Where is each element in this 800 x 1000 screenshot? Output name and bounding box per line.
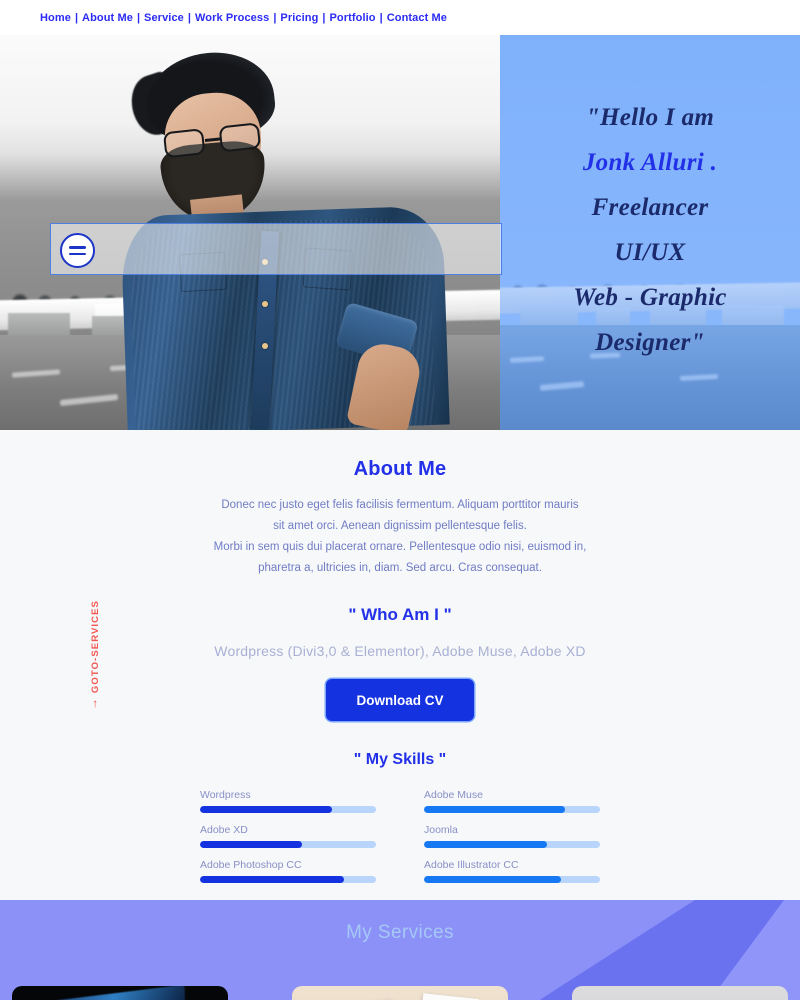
skill-label: Adobe Photoshop CC xyxy=(200,859,302,871)
skill-progress-track xyxy=(200,806,376,813)
skill-progress-track xyxy=(200,876,376,883)
skill-label: Adobe Illustrator CC xyxy=(424,859,519,871)
nav-separator: | xyxy=(379,11,383,24)
hero-line-6: Designer" xyxy=(595,329,705,356)
skill-progress-fill xyxy=(424,806,565,813)
nav-item-pricing[interactable]: Pricing xyxy=(280,12,318,24)
about-title: About Me xyxy=(353,458,447,480)
skill-progress-fill xyxy=(424,876,562,883)
skill-progress-track xyxy=(424,806,600,813)
nav-separator: | xyxy=(322,11,326,24)
skill-label: Joomla xyxy=(424,824,458,836)
nav-item-service[interactable]: Service xyxy=(144,12,184,24)
goto-services-link[interactable]: GOTO-SERVICES ↓ xyxy=(82,600,108,720)
about-description: Donec nec justo eget felis facilisis fer… xyxy=(0,495,800,579)
skill-progress-fill xyxy=(200,876,345,883)
about-section: About Me Donec nec justo eget felis faci… xyxy=(0,430,800,900)
nav-separator: | xyxy=(187,11,191,24)
nav-separator: | xyxy=(273,11,277,24)
nav-item-about-me[interactable]: About Me xyxy=(82,12,133,24)
service-card-photography[interactable] xyxy=(292,986,508,1000)
skill-progress-track xyxy=(200,841,376,848)
shirt-button-decor xyxy=(262,343,268,349)
lens-bridge-decor xyxy=(204,137,222,142)
lens-right-decor xyxy=(218,122,262,153)
skill-progress-fill xyxy=(424,841,548,848)
skill-item-adobe-illustrator-cc: Adobe Illustrator CC xyxy=(424,859,600,883)
top-navigation: Home | About Me | Service | Work Process… xyxy=(0,0,800,35)
nav-separator: | xyxy=(136,11,141,24)
services-title: My Services xyxy=(346,922,454,943)
who-am-i-text: Wordpress (Divi3,0 & Elementor), Adobe M… xyxy=(214,643,586,659)
about-paragraph-1: Donec nec justo eget felis facilisis fer… xyxy=(221,499,579,511)
service-card-branding[interactable] xyxy=(572,986,788,1000)
cv-button-wrapper: Download CV xyxy=(0,679,800,721)
hero-line-name: Jonk Alluri . xyxy=(582,149,718,176)
skills-grid: Wordpress Adobe Muse Adobe XD Joomla Ado… xyxy=(200,789,600,883)
lens-left-decor xyxy=(162,128,206,159)
skill-item-adobe-photoshop-cc: Adobe Photoshop CC xyxy=(200,859,376,883)
nav-separator: | xyxy=(74,11,79,24)
service-card-web-design[interactable] xyxy=(12,986,228,1000)
nav-item-contact-me[interactable]: Contact Me xyxy=(387,12,447,24)
hero-line-4: UI/UX xyxy=(614,239,686,266)
services-section: My Services xyxy=(0,900,800,1000)
download-cv-button[interactable]: Download CV xyxy=(326,679,474,721)
hamburger-line xyxy=(69,252,86,255)
nav-list: Home | About Me | Service | Work Process… xyxy=(40,12,447,24)
service-card-list xyxy=(0,986,800,1000)
skills-title: " My Skills " xyxy=(353,751,447,768)
skill-progress-track xyxy=(424,841,600,848)
arrow-down-icon: ↓ xyxy=(92,698,98,713)
about-paragraph-3: Morbi in sem quis dui placerat ornare. P… xyxy=(213,541,587,553)
goto-services-label: GOTO-SERVICES xyxy=(89,600,101,694)
hero-headline: "Hello I am Jonk Alluri . Freelancer UI/… xyxy=(500,35,800,430)
menu-bar[interactable] xyxy=(50,223,502,275)
about-paragraph-2: sit amet orci. Aenean dignissim pellente… xyxy=(273,520,527,532)
skill-label: Adobe Muse xyxy=(424,789,483,801)
hamburger-line xyxy=(69,246,86,249)
nav-item-portfolio[interactable]: Portfolio xyxy=(330,12,376,24)
nav-item-home[interactable]: Home xyxy=(40,12,71,24)
hero-line-1: "Hello I am xyxy=(585,104,715,131)
skill-label: Adobe XD xyxy=(200,824,248,836)
portfolio-page: Home | About Me | Service | Work Process… xyxy=(0,0,800,1000)
hero-line-5: Web - Graphic xyxy=(573,284,727,311)
skill-item-adobe-muse: Adobe Muse xyxy=(424,789,600,813)
skill-progress-track xyxy=(424,876,600,883)
who-am-i-title: " Who Am I " xyxy=(348,605,452,624)
skill-progress-fill xyxy=(200,841,303,848)
hero-line-3: Freelancer xyxy=(591,194,709,221)
skill-label: Wordpress xyxy=(200,789,251,801)
about-paragraph-4: pharetra a, ultricies in, diam. Sed arcu… xyxy=(258,562,542,574)
skill-item-adobe-xd: Adobe XD xyxy=(200,824,376,848)
hamburger-icon[interactable] xyxy=(60,233,95,268)
shirt-button-decor xyxy=(262,301,268,307)
skill-item-wordpress: Wordpress xyxy=(200,789,376,813)
nav-item-work-process[interactable]: Work Process xyxy=(195,12,269,24)
hero-section: "Hello I am Jonk Alluri . Freelancer UI/… xyxy=(0,35,800,430)
skill-item-joomla: Joomla xyxy=(424,824,600,848)
skill-progress-fill xyxy=(200,806,332,813)
